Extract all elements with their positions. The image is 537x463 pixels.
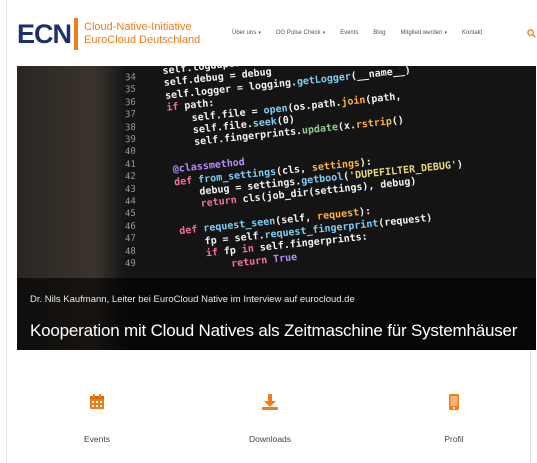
search-icon[interactable] (527, 29, 536, 38)
hero-slider[interactable]: 34353637383940414243444546474849 self.lo… (17, 66, 536, 350)
code-line-number: 41 (125, 159, 136, 171)
feature-label: Events (84, 434, 110, 444)
hero-kicker: Dr. Nils Kaufmann, Leiter bei EuroCloud … (30, 294, 355, 305)
code-snippet: self.logdupes = True self.debug = debug … (162, 66, 464, 275)
feature-label: Profil (444, 434, 464, 444)
code-line-numbers: 34 35 36 37 38 39 40 41 42 43 44 45 46 47 48 49 (125, 72, 136, 271)
code-line-number: 34 (125, 72, 136, 84)
code-line-number: 40 (125, 147, 136, 158)
nav-item-mitglied-werden[interactable]: Mitglied werden ▾ (400, 30, 447, 36)
code-line-number: 48 (125, 246, 136, 258)
calendar-icon (90, 394, 104, 409)
download-icon (262, 394, 278, 410)
code-line-number: 46 (125, 221, 136, 233)
logo-text: Cloud-Native-Initiative EuroCloud Deutsc… (84, 21, 200, 47)
feature-events[interactable]: Events (42, 350, 152, 463)
chevron-down-icon: ▾ (444, 30, 447, 36)
hero-title-link[interactable]: Kooperation mit Cloud Natives als Zeitma… (30, 321, 517, 341)
code-line-number: 39 (125, 134, 136, 146)
site-logo[interactable]: ECN Cloud-Native-Initiative EuroCloud De… (17, 18, 200, 50)
code-line-number: 43 (125, 184, 136, 196)
feature-row: Events Downloads Profil (7, 350, 532, 463)
profile-icon (449, 394, 459, 410)
main-nav: Über uns ▾ OG Pulse Check ▾ Events Blog Mi… (232, 30, 497, 36)
code-line-number: 38 (125, 122, 136, 134)
code-line-number: 49 (125, 258, 136, 270)
nav-item-events[interactable]: Events (340, 30, 358, 36)
site-header: ECN Cloud-Native-Initiative EuroCloud De… (7, 0, 536, 66)
code-line-number: 44 (125, 196, 136, 208)
nav-item-label: Events (340, 30, 359, 36)
chevron-down-icon: ▾ (258, 30, 261, 36)
chevron-down-icon: ▾ (322, 30, 326, 36)
nav-item-blog[interactable]: Blog (373, 30, 385, 36)
code-line-number: 42 (125, 171, 136, 183)
code-line-number: 45 (125, 209, 136, 220)
code-line-number: 36 (125, 97, 136, 109)
nav-item-ueber-uns[interactable]: Über uns ▾ (232, 30, 261, 36)
nav-item-og-pulse-check[interactable]: OG Pulse Check ▾ (276, 30, 325, 36)
nav-item-label: Über uns (232, 30, 257, 36)
code-line-number: 37 (125, 109, 136, 121)
feature-profil[interactable]: Profil (399, 350, 509, 463)
code-line-number: 47 (125, 233, 136, 245)
nav-item-label: Blog (373, 30, 386, 36)
logo-mark: ECN (17, 19, 72, 49)
logo-line1: Cloud-Native-Initiative (84, 21, 192, 33)
logo-bar (74, 18, 79, 50)
page-frame: ECN Cloud-Native-Initiative EuroCloud De… (6, 0, 536, 463)
feature-label: Downloads (248, 434, 292, 444)
nav-item-label: OG Pulse Check (275, 30, 321, 36)
logo-line2: EuroCloud Deutschland (84, 34, 201, 46)
code-line-number: 35 (125, 85, 136, 96)
nav-item-label: Kontakt (461, 30, 483, 36)
nav-item-kontakt[interactable]: Kontakt (462, 30, 482, 36)
nav-item-label: Mitglied werden (400, 30, 443, 36)
feature-downloads[interactable]: Downloads (215, 350, 325, 463)
